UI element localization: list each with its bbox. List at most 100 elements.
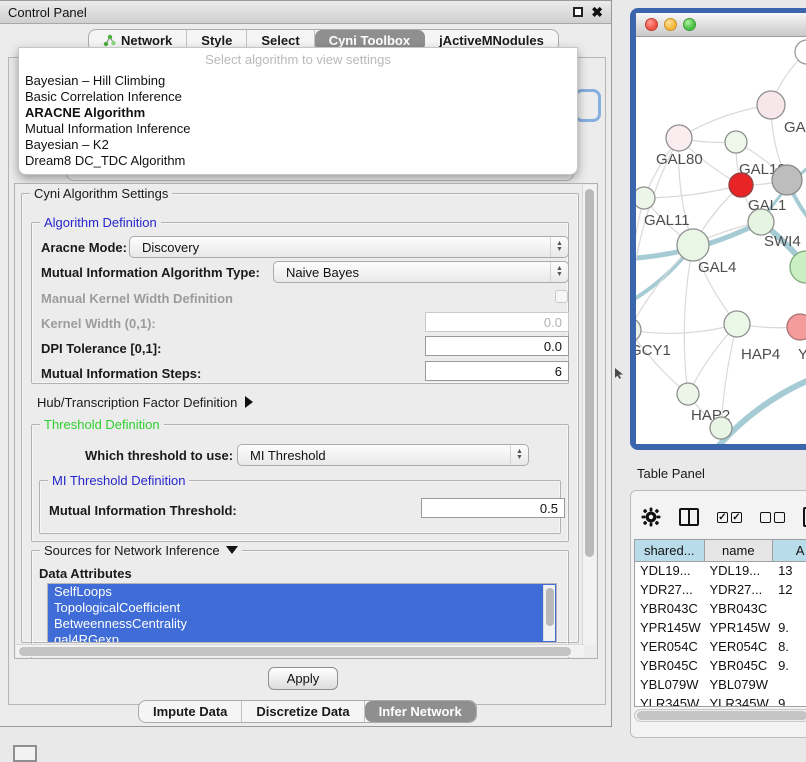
aracne-mode-combobox[interactable]: Discovery ▲▼ [129,236,569,258]
network-node-top-arc[interactable] [795,40,806,64]
mi-threshold-field[interactable]: 0.5 [421,498,565,518]
network-node-gal4[interactable] [677,229,709,261]
mi-steps-field[interactable]: 6 [425,361,569,381]
data-attributes-list[interactable]: SelfLoopsTopologicalCoefficientBetweenne… [47,583,557,643]
algorithm-option[interactable]: Bayesian – K2 [19,137,577,153]
network-node-green-r[interactable] [790,251,806,283]
tab-label: Infer Network [379,704,462,719]
screen: { "control_panel": { "title": "Control P… [0,0,806,762]
network-node-hap4[interactable] [724,311,750,337]
unchecked-pair-icon[interactable] [760,512,785,523]
table-row[interactable]: YBL079WYBL079W [635,676,806,695]
network-node-gal80[interactable] [666,125,692,151]
hub-definition-toggle[interactable]: Hub/Transcription Factor Definition [37,395,253,410]
table-row[interactable]: YBR043CYBR043C [635,600,806,619]
data-attribute-item[interactable]: gal4RGexp [48,632,556,643]
network-node-label: SWI4 [764,233,801,250]
network-graph-canvas[interactable]: GALGAL80GAL10GAL1GAL11SWI4GAL4GCY1HAP4YH… [636,37,806,444]
network-node-gal-tr[interactable] [757,91,785,119]
network-node-bot-green[interactable] [710,417,732,439]
expand-right-icon [245,396,253,408]
column-header[interactable]: shared... [635,540,705,561]
network-node-salmon-node[interactable] [787,314,806,340]
table-row[interactable]: YBR045CYBR045C9. [635,657,806,676]
network-edge[interactable] [644,185,741,198]
algorithm-option[interactable]: Dream8 DC_TDC Algorithm [19,153,577,169]
mi-threshold-group-title: MI Threshold Definition [48,473,189,488]
network-node-hap2[interactable] [677,383,699,405]
network-edge[interactable] [636,330,688,394]
tab-label: Select [261,33,299,48]
tab-label: Discretize Data [256,704,349,719]
network-node-label: GAL4 [698,259,736,276]
algorithm-dropdown-placeholder: Select algorithm to view settings [19,48,577,73]
table-row[interactable]: YLR345WYLR345W9. [635,695,806,707]
column-header[interactable]: A [773,540,806,561]
close-traffic-icon[interactable] [645,18,658,31]
close-icon[interactable]: ✖ [591,7,603,17]
column-header[interactable]: name [705,540,774,561]
attr-list-scrollbar[interactable] [543,585,555,641]
tab-label: jActiveMNodules [439,33,544,48]
combo-stepper-icon: ▲▼ [510,445,528,465]
network-node-gray-node[interactable] [772,165,802,195]
zoom-traffic-icon[interactable] [683,18,696,31]
algorithm-option[interactable]: Mutual Information Inference [19,121,577,137]
data-attribute-item[interactable]: BetweennessCentrality [48,616,556,632]
table-cell: YDR27... [635,581,704,600]
collapse-down-icon [226,546,238,554]
dock-corner-button[interactable] [13,745,37,762]
network-node-gal10[interactable] [725,131,747,153]
network-node-gal1[interactable] [729,173,753,197]
network-edge[interactable] [684,245,693,394]
tab-impute-data[interactable]: Impute Data [139,701,242,722]
table-row[interactable]: YDR27...YDR27...12 [635,581,806,600]
table-cell: 8. [773,638,806,657]
hidden-button-behind-dropdown [574,89,601,122]
control-panel-titlebar: Control Panel ✖ [0,1,611,24]
mi-steps-label: Mutual Information Steps: [41,366,201,381]
tab-label: Style [201,33,232,48]
which-threshold-combobox[interactable]: MI Threshold ▲▼ [237,444,529,466]
network-node-label: GCY1 [636,342,671,359]
tab-discretize-data[interactable]: Discretize Data [242,701,364,722]
table-cell: YBR045C [635,657,704,676]
table-cell: YER054C [635,638,704,657]
network-node-gcy1[interactable] [636,318,641,342]
table-row[interactable]: YPR145WYPR145W9. [635,619,806,638]
minimize-traffic-icon[interactable] [664,18,677,31]
algorithm-option[interactable]: Basic Correlation Inference [19,89,577,105]
network-edge[interactable] [679,105,771,138]
table-row[interactable]: YDL19...YDL19...13 [635,562,806,581]
network-window-titlebar [636,13,806,37]
algorithm-option[interactable]: Bayesian – Hill Climbing [19,73,577,89]
tab-infer-network[interactable]: Infer Network [365,701,476,722]
table-cell: YDL19... [704,562,773,581]
kernel-width-label: Kernel Width (0,1): [41,316,156,331]
dpi-tolerance-field[interactable]: 0.0 [425,336,569,356]
network-node-swi4[interactable] [748,209,774,235]
data-attribute-item[interactable]: TopologicalCoefficient [48,600,556,616]
gear-icon[interactable] [641,507,661,527]
data-attribute-item[interactable]: SelfLoops [48,584,556,600]
apply-button[interactable]: Apply [268,667,338,690]
settings-scrollpane: Cyni Algorithm Settings Algorithm Defini… [14,183,598,659]
network-icon [103,34,116,47]
algorithm-option[interactable]: ARACNE Algorithm [19,105,577,121]
mouse-cursor [614,368,624,380]
checked-pair-icon[interactable]: ✓✓ [717,512,742,523]
network-edge[interactable] [636,324,737,333]
float-window-icon[interactable] [573,7,583,17]
network-node-gal11[interactable] [636,187,655,209]
sources-group-title[interactable]: Sources for Network Inference [40,543,242,558]
mi-type-combobox[interactable]: Naive Bayes ▲▼ [273,261,569,283]
manual-kernel-checkbox[interactable] [555,290,568,303]
table-horizontal-scrollbar[interactable] [634,709,806,722]
algorithm-definition-title: Algorithm Definition [40,215,161,230]
network-node-label: HAP4 [741,346,780,363]
columns-icon[interactable] [679,508,699,526]
table-row[interactable]: YER054CYER054C8. [635,638,806,657]
kernel-width-field[interactable]: 0.0 [425,312,569,332]
settings-vertical-scrollbar[interactable] [582,185,596,645]
settings-horizontal-scrollbar[interactable] [16,644,584,657]
